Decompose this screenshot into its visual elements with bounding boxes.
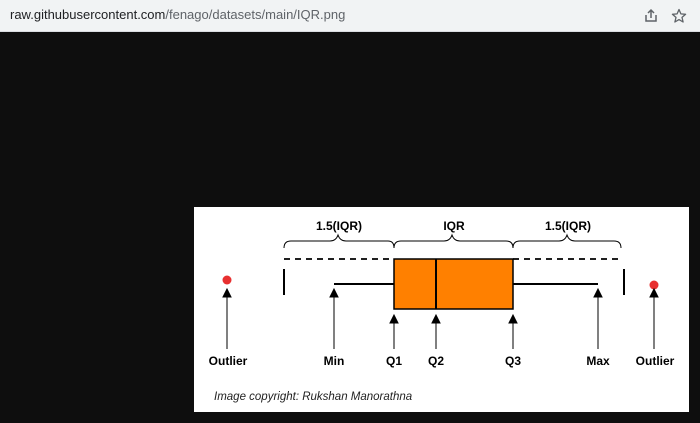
url-field[interactable]: raw.githubusercontent.com/fenago/dataset… — [10, 7, 345, 22]
brace-iqr — [393, 233, 514, 249]
boxplot-diagram: 1.5(IQR) IQR 1.5(IQR) Outlier Min Q1 Q2 … — [209, 219, 675, 403]
label-right-1-5-iqr: 1.5(IQR) — [545, 219, 591, 233]
url-path: /fenago/datasets/main/IQR.png — [165, 7, 346, 22]
star-icon[interactable] — [668, 5, 690, 27]
brace-right — [512, 233, 622, 249]
iqr-box — [393, 258, 514, 310]
image-copyright: Image copyright: Rukshan Manorathna — [214, 391, 412, 403]
label-min: Min — [324, 354, 345, 368]
label-outlier-left: Outlier — [209, 354, 248, 368]
label-iqr: IQR — [443, 219, 465, 233]
url-host: raw.githubusercontent.com — [10, 7, 166, 22]
label-outlier-right: Outlier — [636, 354, 675, 368]
label-max: Max — [586, 354, 610, 368]
share-icon[interactable] — [640, 5, 662, 27]
brace-left — [283, 233, 395, 249]
outlier-left-point — [222, 275, 232, 285]
label-q3: Q3 — [505, 354, 521, 368]
label-q1: Q1 — [386, 354, 402, 368]
iqr-diagram-image: 1.5(IQR) IQR 1.5(IQR) Outlier Min Q1 Q2 … — [194, 207, 689, 412]
label-left-1-5-iqr: 1.5(IQR) — [316, 219, 362, 233]
label-q2: Q2 — [428, 354, 444, 368]
browser-address-bar: raw.githubusercontent.com/fenago/dataset… — [0, 0, 700, 32]
